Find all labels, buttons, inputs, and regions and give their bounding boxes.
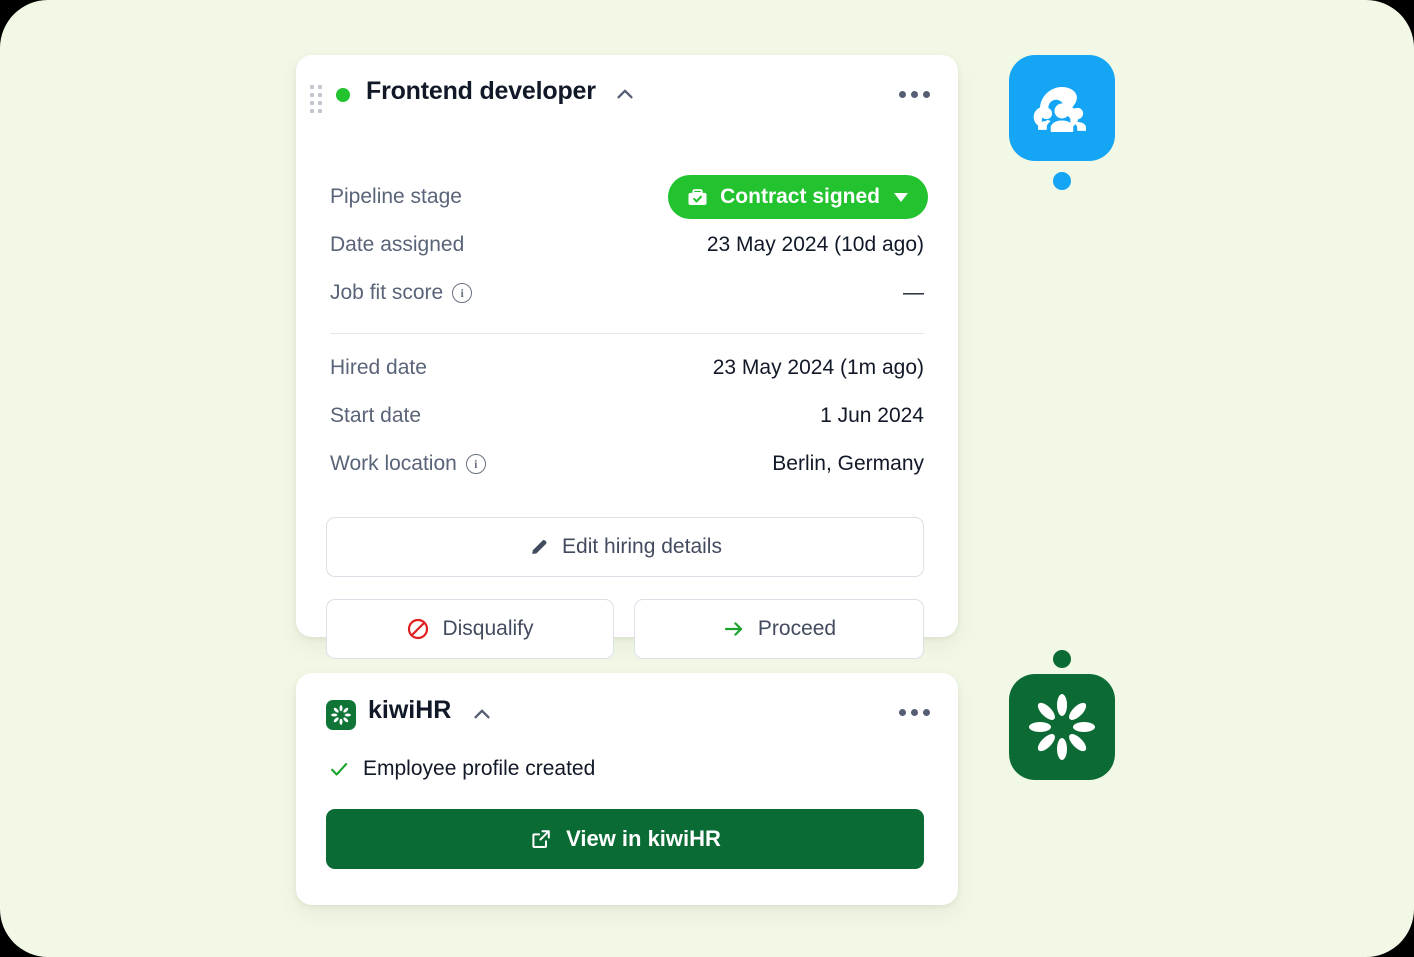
edit-hiring-details-label: Edit hiring details (562, 535, 722, 558)
chevron-up-icon[interactable] (471, 703, 493, 725)
pipeline-stage-badge[interactable]: Contract signed (668, 175, 928, 219)
connector-line-icon (1053, 172, 1071, 668)
chevron-up-icon[interactable] (614, 83, 636, 105)
kiwihr-logo-icon (1029, 694, 1095, 760)
no-entry-icon (408, 618, 429, 640)
field-row-job-fit-score: Job fit score i — (330, 269, 924, 317)
kiwihr-integration-card: kiwiHR Employee profile created View in … (296, 673, 958, 905)
field-row-hired-date: Hired date 23 May 2024 (1m ago) (330, 344, 924, 392)
page-root: Frontend developer Pipeline stage Contra… (0, 0, 1414, 957)
job-details-card: Frontend developer Pipeline stage Contra… (296, 55, 958, 659)
field-label: Hired date (330, 356, 427, 380)
field-value-job-fit-score: — (903, 281, 924, 304)
connector-end-dot (1053, 650, 1071, 668)
field-value-hired-date: 23 May 2024 (1m ago) (712, 356, 924, 379)
pencil-icon (532, 540, 547, 554)
field-row-pipeline-stage: Pipeline stage Contract signed (330, 173, 928, 221)
field-row-date-assigned: Date assigned 23 May 2024 (10d ago) (330, 221, 924, 269)
job-card-header: Frontend developer (296, 55, 958, 133)
field-label-text: Job fit score (330, 281, 444, 304)
info-icon[interactable]: i (465, 454, 486, 474)
field-label-text: Hired date (330, 356, 427, 379)
field-label: Work location i (330, 452, 486, 476)
field-label-text: Date assigned (330, 233, 465, 256)
view-in-kiwihr-label: View in kiwiHR (566, 826, 721, 851)
drag-handle-icon[interactable] (310, 85, 322, 119)
external-link-icon (532, 830, 550, 848)
recruitee-people-icon (1033, 87, 1086, 132)
pipeline-stage-value: Contract signed (720, 185, 880, 208)
field-value-date-assigned: 23 May 2024 (10d ago) (706, 233, 924, 256)
status-badge: Employee profile created (328, 757, 595, 781)
edit-hiring-details-button[interactable]: Edit hiring details (326, 517, 924, 577)
field-label-text: Work location (330, 452, 457, 475)
proceed-button[interactable]: Proceed (634, 599, 924, 659)
status-text: Employee profile created (363, 757, 596, 780)
kiwihr-app-tile[interactable] (1009, 674, 1115, 780)
chevron-down-icon (894, 192, 908, 202)
page-title: Frontend developer (366, 77, 596, 105)
field-label: Start date (330, 404, 421, 428)
field-value-start-date: 1 Jun 2024 (820, 404, 924, 427)
kiwihr-logo-icon (326, 700, 356, 730)
hiring-fields-primary: Pipeline stage Contract signed Date assi… (330, 173, 928, 317)
checkmark-icon (331, 762, 348, 776)
more-options-icon[interactable] (899, 91, 930, 98)
field-row-start-date: Start date 1 Jun 2024 (330, 392, 924, 440)
view-in-kiwihr-button[interactable]: View in kiwiHR (326, 809, 924, 869)
disqualify-button[interactable]: Disqualify (326, 599, 614, 659)
kiwihr-card-title: kiwiHR (368, 696, 452, 724)
arrow-right-icon (724, 622, 742, 636)
field-label: Job fit score i (330, 281, 473, 305)
recruitee-app-tile[interactable] (1009, 55, 1115, 161)
info-icon[interactable]: i (452, 283, 473, 303)
briefcase-check-icon (688, 188, 707, 205)
section-divider (330, 333, 924, 334)
hiring-fields-secondary: Hired date 23 May 2024 (1m ago) Start da… (330, 344, 924, 488)
field-label: Date assigned (330, 233, 464, 257)
field-label-text: Pipeline stage (330, 185, 462, 208)
proceed-label: Proceed (757, 617, 837, 640)
field-label-text: Start date (330, 404, 422, 427)
more-options-icon[interactable] (899, 709, 930, 716)
field-value-work-location: Berlin, Germany (772, 452, 924, 475)
active-green-dot (336, 88, 350, 102)
disqualify-label: Disqualify (442, 617, 534, 640)
field-label: Pipeline stage (330, 185, 462, 209)
field-row-work-location: Work location i Berlin, Germany (330, 440, 924, 488)
